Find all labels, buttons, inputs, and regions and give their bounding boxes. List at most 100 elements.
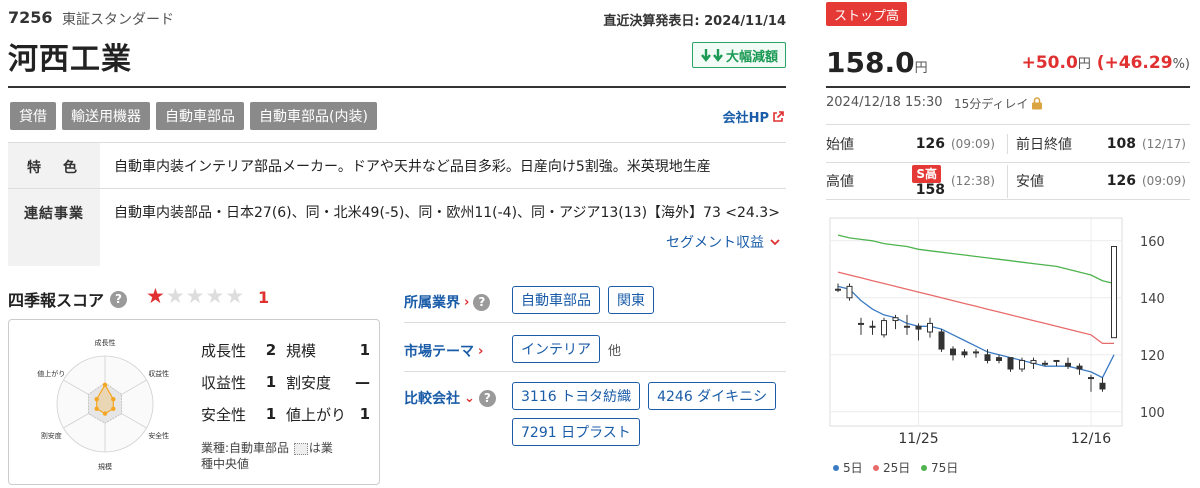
- radar-score-point: [94, 397, 99, 402]
- help-icon[interactable]: ?: [478, 389, 496, 407]
- candle: [938, 329, 945, 352]
- y-tick-label: 100: [1140, 406, 1165, 421]
- stock-detail-panel: 7256 東証スタンダード 直近決算発表日: 2024/11/14 河西工業 大…: [0, 0, 790, 488]
- chip-item[interactable]: 自動車部品: [512, 286, 600, 314]
- prev-close-label: 前日終値: [1016, 136, 1072, 153]
- segments-text: 自動車内装部品・日本27(6)、同・北米49(-5)、同・欧州11(-4)、同・…: [114, 205, 780, 221]
- segments-label: 連結事業: [8, 189, 100, 266]
- tag-item[interactable]: 輸送用機器: [62, 102, 150, 130]
- price-unit: 円: [914, 61, 928, 76]
- features-label: 特 色: [8, 143, 100, 188]
- score-row: 成長性 2 規模 1: [201, 334, 371, 366]
- x-tick-label: 11/25: [898, 431, 938, 447]
- score-note-median2: 種中央値: [201, 457, 250, 471]
- chevron-right-icon: ›: [478, 343, 484, 359]
- features-text: 自動車内装インテリア部品メーカー。ドアや天井など品目多彩。日産向け5割強。米英現…: [114, 159, 711, 175]
- theme-other[interactable]: 他: [608, 340, 621, 359]
- legend-dot: [833, 465, 839, 471]
- segment-revenue-link[interactable]: セグメント収益: [666, 232, 780, 252]
- score-val: —: [355, 373, 370, 391]
- score-value: 1: [258, 288, 270, 307]
- change-pct-open: (: [1090, 53, 1105, 73]
- chip-item[interactable]: 4246 ダイキニシ: [648, 382, 777, 410]
- chip-item[interactable]: インテリア: [512, 335, 600, 363]
- candle-body: [1088, 377, 1094, 380]
- industry-row: 所属業界 › ? 自動車部品 関東: [404, 286, 786, 323]
- chevron-down-icon: [770, 239, 780, 246]
- radar-score-point: [111, 397, 116, 402]
- score-val: 1: [359, 341, 370, 359]
- candle-body: [1053, 359, 1060, 362]
- change-pct: +46.29: [1104, 53, 1173, 73]
- industry-chips: 自動車部品 関東: [512, 286, 786, 322]
- theme-chips: インテリア 他: [512, 335, 786, 371]
- delay-note[interactable]: 15分ディレイ: [954, 95, 1043, 112]
- legend-label: 5日: [843, 461, 863, 475]
- peer-row: 比較会社 ⌄ ? 3116 トヨタ紡織 4246 ダイキニシ 7291 日プラス…: [404, 372, 786, 454]
- radar-axis-label: 割安度: [41, 431, 62, 440]
- quote-panel: ストップ高 158.0円 +50.0円 (+46.29%) 2024/12/18…: [826, 0, 1190, 488]
- company-hp-link[interactable]: 会社HP: [723, 107, 784, 126]
- peer-label-link[interactable]: 比較会社 ⌄ ?: [404, 382, 512, 408]
- radar-axis-label: 規模: [98, 462, 112, 471]
- candle-body: [1042, 362, 1048, 365]
- theme-label: 市場テーマ: [404, 344, 474, 360]
- help-icon[interactable]: ?: [473, 293, 491, 311]
- star-icon: ★: [205, 284, 225, 308]
- radar-axis-label: 安全性: [148, 431, 169, 440]
- tag-item[interactable]: 自動車部品: [156, 102, 244, 130]
- current-price: 158.0円: [826, 46, 928, 79]
- score-val: 1: [265, 373, 277, 391]
- candle-body: [1065, 362, 1071, 367]
- help-icon[interactable]: ?: [110, 290, 128, 308]
- high-cell: 高値 S高158 (12:38): [826, 164, 1008, 198]
- price-value: 158.0: [826, 46, 915, 79]
- chip-item[interactable]: 3116 トヨタ紡織: [512, 382, 641, 410]
- chevron-right-icon: ›: [464, 294, 470, 310]
- company-info-table: 特 色 自動車内装インテリア部品メーカー。ドアや天井など品目多彩。日産向け5割強…: [8, 142, 786, 266]
- score-key: 規模: [286, 341, 317, 360]
- chip-item[interactable]: 関東: [608, 286, 654, 314]
- score-val: 1: [265, 405, 277, 423]
- double-down-arrow-icon: [701, 49, 723, 62]
- candle: [846, 283, 853, 301]
- legend-dot: [921, 465, 927, 471]
- radar-axis-label: 収益性: [148, 369, 169, 378]
- candle-body: [996, 357, 1002, 361]
- open-cell: 始値 126 (09:09): [826, 133, 1008, 154]
- stock-code: 7256: [8, 8, 53, 27]
- high-value: 158: [915, 181, 945, 198]
- relations-panel: 所属業界 › ? 自動車部品 関東 市場テーマ › インテリア 他 比較会社 ⌄: [404, 286, 786, 454]
- candle-body: [869, 325, 876, 328]
- external-link-icon: [773, 110, 784, 122]
- peer-chips: 3116 トヨタ紡織 4246 ダイキニシ 7291 日プラスト: [512, 382, 786, 454]
- price-chart[interactable]: 100 120 140 160 11/25 12/16 5日 25日 75日: [826, 210, 1190, 488]
- score-note-median: は業: [308, 441, 333, 455]
- quote-timestamp: 2024/12/18 15:30: [826, 95, 943, 110]
- score-row: 安全性 1 値上がり 1: [201, 398, 371, 430]
- candle-body: [858, 322, 864, 325]
- legend-label: 75日: [931, 461, 958, 475]
- earnings-date: 直近決算発表日: 2024/11/14: [603, 14, 786, 29]
- score-key: 値上がり: [286, 405, 347, 424]
- price-change: +50.0円 (+46.29%): [1022, 53, 1190, 73]
- tag-item[interactable]: 自動車部品(内装): [250, 102, 377, 130]
- ohlc-row: 高値 S高158 (12:38) 安値 126 (09:09): [826, 162, 1190, 200]
- theme-label-link[interactable]: 市場テーマ ›: [404, 335, 512, 361]
- chip-item[interactable]: 7291 日プラスト: [512, 418, 640, 446]
- industry-label-link[interactable]: 所属業界 › ?: [404, 286, 512, 312]
- ohlc-row: 始値 126 (09:09) 前日終値 108 (12/17): [826, 124, 1190, 162]
- open-time: (09:09): [951, 136, 995, 151]
- candle-body: [1111, 245, 1117, 339]
- chart-plot-area: [829, 217, 1123, 427]
- change-pct-close: %): [1172, 57, 1190, 72]
- tag-item[interactable]: 貸借: [10, 102, 56, 130]
- industry-tags: 貸借 輸送用機器 自動車部品 自動車部品(内装): [10, 102, 377, 130]
- low-label: 安値: [1016, 174, 1044, 190]
- market-name: 東証スタンダード: [62, 12, 174, 28]
- chevron-down-icon: ⌄: [464, 390, 475, 406]
- x-tick-label: 12/16: [1071, 431, 1111, 447]
- company-hp-label: 会社HP: [722, 111, 769, 126]
- revision-badge[interactable]: 大幅減額: [691, 42, 786, 68]
- segment-revenue-label: セグメント収益: [666, 235, 764, 251]
